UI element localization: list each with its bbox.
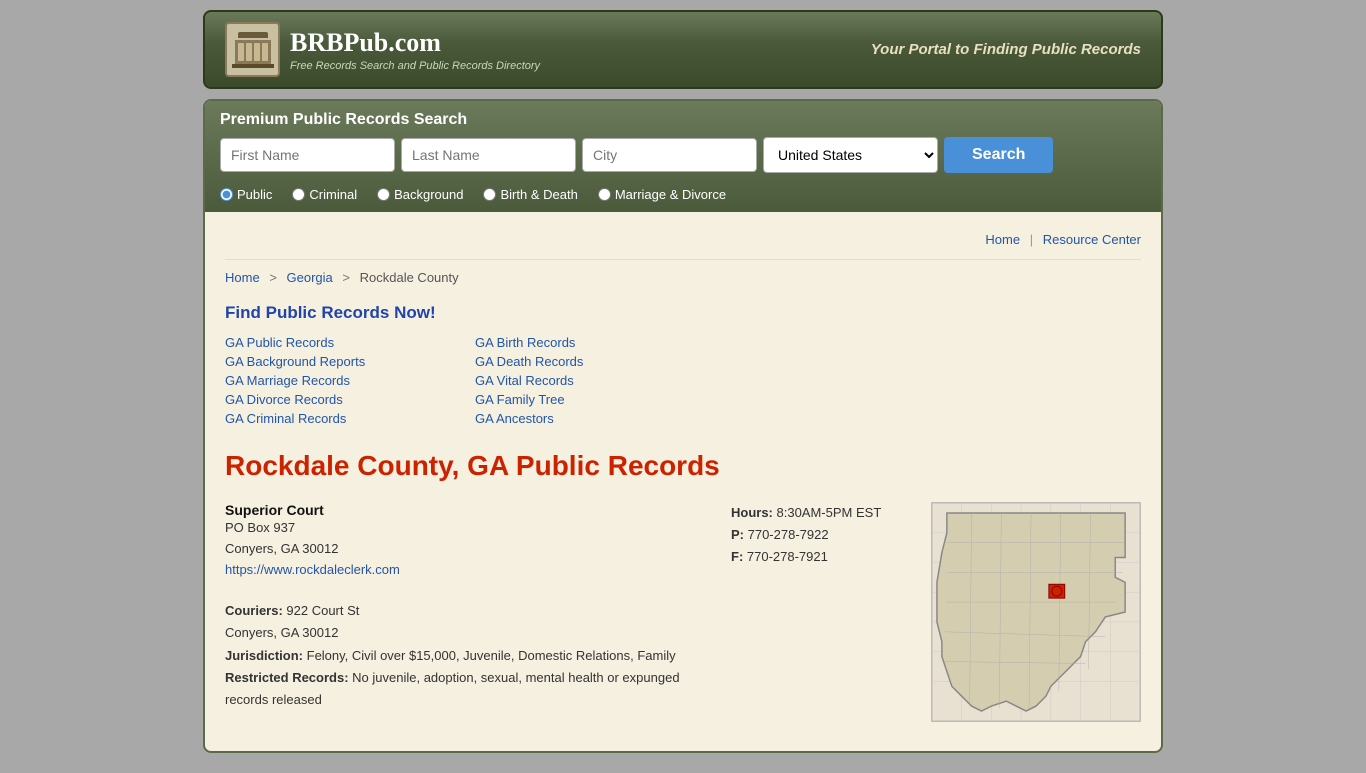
fax-row: F: 770-278-7921 (731, 546, 911, 568)
court-name: Superior Court (225, 502, 711, 518)
radio-public[interactable] (220, 188, 233, 201)
hours-row: Hours: 8:30AM-5PM EST (731, 502, 911, 524)
records-link[interactable]: GA Death Records (475, 354, 705, 369)
court-website-link[interactable]: https://www.rockdaleclerk.com (225, 562, 400, 577)
site-subtitle: Free Records Search and Public Records D… (290, 60, 540, 72)
nav-home-link[interactable]: Home (985, 232, 1020, 247)
map-container (931, 502, 1141, 725)
county-info: Superior Court PO Box 937 Conyers, GA 30… (225, 502, 711, 731)
breadcrumb-sep2: > (342, 270, 353, 285)
top-nav: Home | Resource Center (225, 224, 1141, 260)
building-top-icon (238, 32, 268, 38)
search-options-row: Public Criminal Background Birth & Death… (220, 181, 1146, 212)
records-link[interactable]: GA Birth Records (475, 335, 705, 350)
site-header: BRBPub.com Free Records Search and Publi… (203, 10, 1163, 89)
records-link[interactable]: GA Criminal Records (225, 411, 455, 426)
option-birth-death[interactable]: Birth & Death (483, 187, 577, 202)
nav-separator: | (1030, 232, 1033, 247)
option-marriage-divorce[interactable]: Marriage & Divorce (598, 187, 726, 202)
find-records-title: Find Public Records Now! (225, 303, 1141, 323)
radio-marriage-divorce[interactable] (598, 188, 611, 201)
option-public[interactable]: Public (220, 187, 272, 202)
court-hours-block: Hours: 8:30AM-5PM EST P: 770-278-7922 F:… (731, 502, 911, 568)
main-content: Premium Public Records Search United Sta… (203, 99, 1163, 753)
breadcrumb-state[interactable]: Georgia (287, 270, 333, 285)
search-section-title: Premium Public Records Search (220, 111, 1146, 129)
records-links: GA Public Records GA Birth Records GA Back… (225, 335, 1141, 426)
restricted-row: Restricted Records: No juvenile, adoptio… (225, 667, 711, 711)
court-details-block: Couriers: 922 Court St Conyers, GA 30012… (225, 600, 711, 710)
country-select[interactable]: United States Canada United Kingdom (763, 137, 938, 173)
logo-area: BRBPub.com Free Records Search and Publi… (225, 22, 540, 77)
radio-background[interactable] (377, 188, 390, 201)
nav-resource-center-link[interactable]: Resource Center (1043, 232, 1141, 247)
search-button[interactable]: Search (944, 137, 1053, 173)
county-title: Rockdale County, GA Public Records (225, 450, 1141, 482)
records-link[interactable]: GA Ancestors (475, 411, 705, 426)
last-name-input[interactable] (401, 138, 576, 172)
building-body-icon (235, 40, 271, 64)
building-base-icon (232, 64, 274, 68)
records-link[interactable]: GA Vital Records (475, 373, 705, 388)
breadcrumb: Home > Georgia > Rockdale County (225, 270, 1141, 285)
header-tagline: Your Portal to Finding Public Records (871, 41, 1141, 58)
records-link[interactable]: GA Family Tree (475, 392, 705, 407)
records-link[interactable]: GA Background Reports (225, 354, 455, 369)
records-link[interactable]: GA Public Records (225, 335, 455, 350)
county-info-layout: Superior Court PO Box 937 Conyers, GA 30… (225, 502, 1141, 731)
first-name-input[interactable] (220, 138, 395, 172)
logo-icon (225, 22, 280, 77)
records-link[interactable]: GA Divorce Records (225, 392, 455, 407)
radio-birth-death[interactable] (483, 188, 496, 201)
couriers-row: Couriers: 922 Court St Conyers, GA 30012 (225, 600, 711, 644)
site-title: BRBPub.com (290, 28, 540, 58)
superior-court-block: Superior Court PO Box 937 Conyers, GA 30… (225, 502, 711, 580)
city-input[interactable] (582, 138, 757, 172)
search-inputs-row: United States Canada United Kingdom Sear… (220, 137, 1146, 173)
court-address: PO Box 937 Conyers, GA 30012 https://www… (225, 518, 711, 580)
breadcrumb-home[interactable]: Home (225, 270, 260, 285)
content-area: Home | Resource Center Home > Georgia > … (205, 212, 1161, 751)
records-link[interactable]: GA Marriage Records (225, 373, 455, 388)
georgia-map (931, 502, 1141, 722)
logo-text: BRBPub.com Free Records Search and Publi… (290, 28, 540, 72)
search-section: Premium Public Records Search United Sta… (205, 101, 1161, 212)
jurisdiction-row: Jurisdiction: Felony, Civil over $15,000… (225, 645, 711, 667)
breadcrumb-sep1: > (269, 270, 280, 285)
breadcrumb-county: Rockdale County (360, 270, 459, 285)
option-background[interactable]: Background (377, 187, 463, 202)
radio-criminal[interactable] (292, 188, 305, 201)
option-criminal[interactable]: Criminal (292, 187, 357, 202)
phone-row: P: 770-278-7922 (731, 524, 911, 546)
